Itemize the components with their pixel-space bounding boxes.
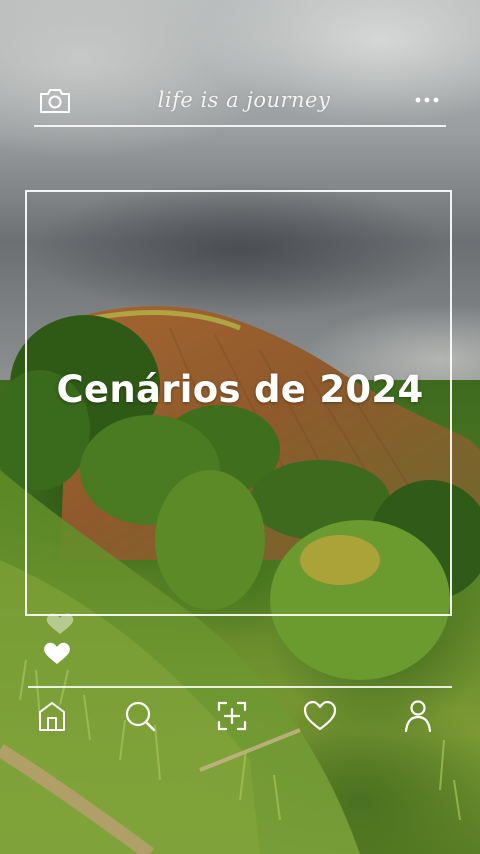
post-headline: Cenários de 2024 [56,368,424,411]
heart-icon [303,700,337,731]
top-divider [34,125,446,127]
search-icon [125,701,156,732]
camera-icon [40,89,70,113]
more-options-button[interactable] [412,88,442,112]
nav-activity[interactable] [300,696,340,736]
story-overlay: life is a journey Cenários de 2024 [0,0,480,854]
camera-button[interactable] [38,86,72,116]
home-icon [39,702,65,731]
story-screen: life is a journey Cenários de 2024 [0,0,480,854]
top-bar: life is a journey [34,80,446,126]
add-post-icon [217,701,247,731]
bottom-divider [28,686,452,688]
more-horizontal-icon [415,97,439,103]
nav-search[interactable] [120,696,160,736]
nav-add-post[interactable] [212,696,252,736]
header-title: life is a journey [157,88,331,112]
nav-profile[interactable] [398,696,438,736]
like-button[interactable] [40,610,80,670]
nav-home[interactable] [32,696,72,736]
bottom-nav [28,694,452,740]
profile-icon [404,700,432,733]
heart-icon [44,613,74,664]
